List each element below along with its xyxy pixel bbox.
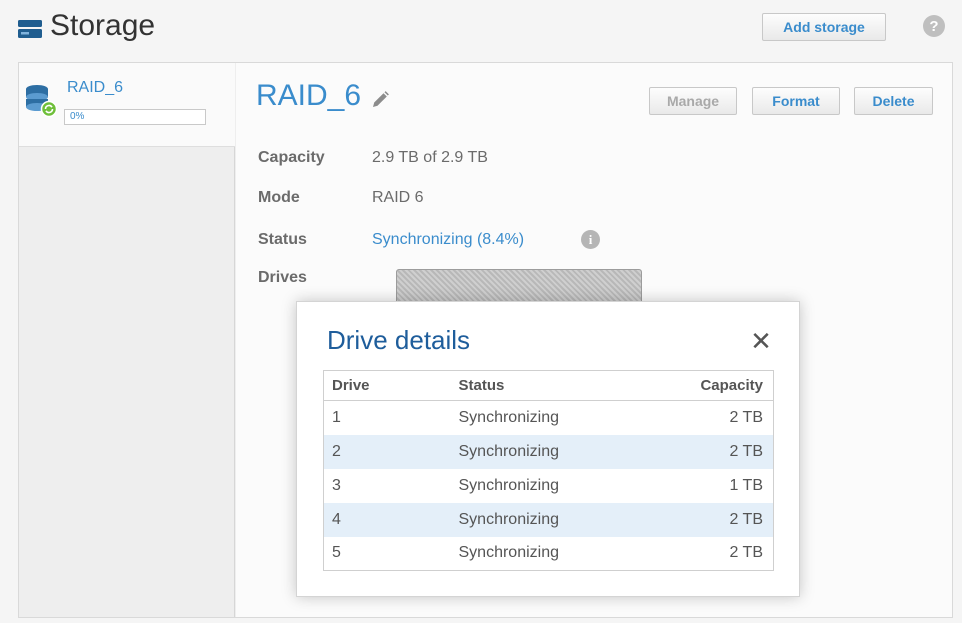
mode-label: Mode <box>258 189 300 206</box>
status-cell: Synchronizing <box>458 544 560 562</box>
close-icon[interactable]: ✕ <box>748 328 774 354</box>
status-cell: Synchronizing <box>458 502 639 537</box>
drive-details-dialog: Drive details ✕ Drive Status Capacity 1 … <box>296 301 800 597</box>
capacity-cell: 2 TB <box>729 408 764 426</box>
capacity-value: 2.9 TB of 2.9 TB <box>372 149 488 166</box>
sidebar-item-raid-6[interactable]: RAID_6 0% <box>19 63 235 147</box>
help-icon[interactable]: ? <box>923 15 945 37</box>
column-header-status: Status <box>458 370 639 401</box>
capacity-cell: 2 TB <box>729 544 764 562</box>
status-cell: Synchronizing <box>458 408 560 426</box>
status-label: Status <box>258 231 307 248</box>
table-row: 1 Synchronizing 2 TB <box>324 401 774 435</box>
capacity-label: Capacity <box>258 149 325 166</box>
capacity-cell: 1 TB <box>729 476 764 494</box>
status-value[interactable]: Synchronizing (8.4%) <box>372 231 524 249</box>
mode-value: RAID 6 <box>372 189 424 206</box>
drive-cell: 1 <box>332 408 341 426</box>
drive-cell: 3 <box>332 476 341 494</box>
page-title: Storage <box>50 9 156 42</box>
table-row: 4 Synchronizing 2 TB <box>323 502 774 537</box>
info-icon[interactable]: i <box>581 230 600 249</box>
manage-button: Manage <box>649 87 737 115</box>
column-header-drive: Drive <box>323 370 459 401</box>
volume-title: RAID_6 <box>256 79 362 112</box>
drive-cell: 4 <box>323 502 459 537</box>
drives-label: Drives <box>258 269 307 286</box>
dialog-title: Drive details <box>327 325 471 355</box>
table-row: 5 Synchronizing 2 TB <box>324 537 774 571</box>
add-storage-button[interactable]: Add storage <box>762 13 886 41</box>
drive-cell: 5 <box>332 544 341 562</box>
raid-volume-icon <box>26 85 57 118</box>
table-row: 2 Synchronizing 2 TB <box>323 434 774 469</box>
storage-icon <box>18 20 42 38</box>
volume-sidebar: RAID_6 0% <box>19 63 235 617</box>
status-cell: Synchronizing <box>458 434 639 469</box>
delete-button[interactable]: Delete <box>854 87 933 115</box>
capacity-cell: 2 TB <box>638 502 774 537</box>
format-button[interactable]: Format <box>752 87 840 115</box>
status-cell: Synchronizing <box>458 476 560 494</box>
table-row: 3 Synchronizing 1 TB <box>324 469 774 503</box>
sidebar-item-label: RAID_6 <box>67 79 124 96</box>
column-header-capacity: Capacity <box>638 370 774 401</box>
sidebar-progress-text: 0% <box>70 111 85 122</box>
sidebar-progress-bar: 0% <box>64 109 206 125</box>
pencil-icon[interactable] <box>370 90 390 110</box>
table-header-row: Drive Status Capacity <box>323 370 774 401</box>
capacity-cell: 2 TB <box>638 434 774 469</box>
drive-cell: 2 <box>323 434 459 469</box>
page-header: Storage Add storage ? <box>0 0 962 56</box>
drive-table: Drive Status Capacity 1 Synchronizing 2 … <box>323 370 774 571</box>
